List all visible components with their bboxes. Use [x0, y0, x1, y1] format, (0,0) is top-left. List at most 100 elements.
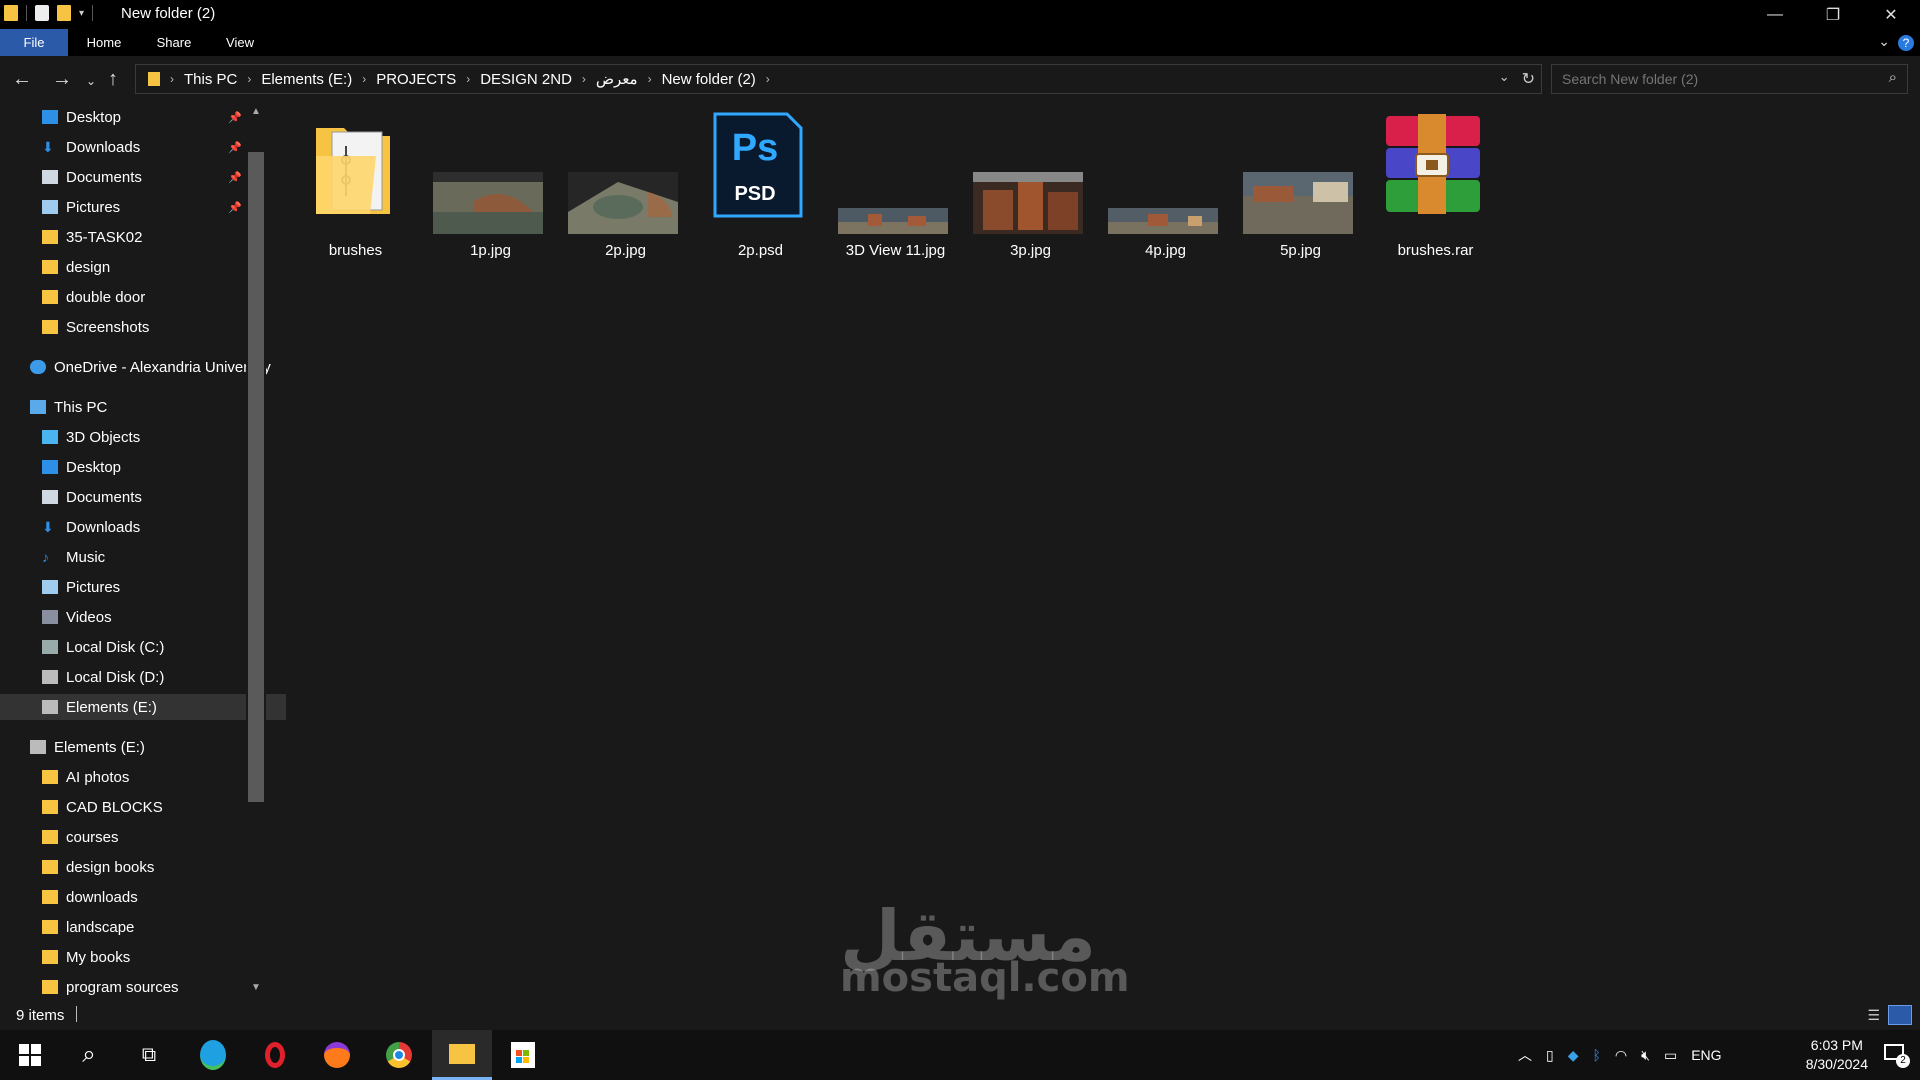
bluetooth-icon[interactable]: ᛒ [1593, 1047, 1601, 1063]
sidebar-item-local-disk-c[interactable]: Local Disk (C:) [0, 634, 286, 660]
firefox-icon[interactable] [322, 1040, 352, 1070]
customize-toolbar-icon[interactable]: ▾ [79, 8, 84, 19]
sidebar-item-cad-blocks[interactable]: CAD BLOCKS [0, 794, 286, 820]
scroll-up-icon[interactable]: ▲ [251, 106, 261, 117]
search-box[interactable]: ⌕ [1551, 64, 1908, 94]
wifi-icon[interactable]: ◠ [1615, 1047, 1627, 1064]
address-dropdown-icon[interactable]: ⌄ [1499, 69, 1510, 89]
sidebar-item-videos[interactable]: Videos [0, 604, 286, 630]
watermark: mostaql.com [840, 955, 1130, 1001]
volume-muted-icon[interactable]: 🔇︎ [1641, 1047, 1650, 1064]
sidebar-item-double-door[interactable]: double door [0, 284, 286, 310]
file-item-1p-jpg[interactable]: 1p.jpg [423, 110, 558, 260]
crumb-current-folder[interactable]: New folder (2) [662, 71, 756, 88]
large-icons-view-icon[interactable] [1888, 1005, 1912, 1025]
sidebar-item-local-disk-d[interactable]: Local Disk (D:) [0, 664, 286, 690]
sidebar-item-program-sources[interactable]: program sources [0, 974, 286, 1000]
tab-home[interactable]: Home [74, 29, 134, 56]
file-item-brushes-rar[interactable]: brushes.rar [1368, 110, 1503, 260]
sidebar-item-design-books[interactable]: design books [0, 854, 286, 880]
documents-icon [42, 170, 58, 184]
details-view-icon[interactable]: ☰ [1867, 1007, 1880, 1024]
download-arrow-icon: ⬇ [42, 139, 54, 155]
expand-ribbon-icon[interactable]: ⌄ [1878, 33, 1890, 50]
new-folder-icon[interactable] [57, 5, 71, 21]
task-view-icon[interactable]: ⧉ [134, 1040, 164, 1070]
sidebar-item-screenshots[interactable]: Screenshots [0, 314, 286, 340]
sidebar-item-3d-objects[interactable]: 3D Objects [0, 424, 286, 450]
sidebar-item-documents[interactable]: Documents 📌 [0, 164, 286, 190]
edge-icon[interactable] [198, 1040, 228, 1070]
back-icon[interactable]: ← [12, 68, 32, 91]
scroll-down-icon[interactable]: ▼ [251, 982, 261, 993]
sidebar-item-music[interactable]: ♪ Music [0, 544, 286, 570]
documents-icon [42, 490, 58, 504]
photoshop-file-icon: Ps PSD [713, 112, 803, 218]
clock-date: 8/30/2024 [1805, 1056, 1868, 1072]
search-icon[interactable]: ⌕ [1889, 69, 1897, 86]
scrollbar-thumb[interactable] [248, 152, 264, 802]
language-indicator[interactable]: ENG [1691, 1047, 1721, 1063]
file-name: 2p.psd [737, 242, 784, 259]
refresh-icon[interactable]: ↻ [1522, 69, 1535, 89]
close-button[interactable]: ✕ [1862, 0, 1920, 29]
file-item-4p-jpg[interactable]: 4p.jpg [1098, 110, 1233, 260]
minimize-button[interactable]: — [1746, 0, 1804, 29]
chevron-right-icon: › [581, 72, 586, 86]
sidebar-item-elements-e[interactable]: Elements (E:) [0, 694, 286, 720]
crumb-this-pc[interactable]: This PC [184, 71, 237, 88]
file-item-3d-view-11-jpg[interactable]: 3D View 11.jpg [828, 110, 963, 260]
action-center-icon[interactable]: 2 [1884, 1042, 1910, 1068]
sidebar-item-35-task02[interactable]: 35-TASK02 [0, 224, 286, 250]
tab-file[interactable]: File [0, 29, 68, 56]
microsoft-store-icon[interactable] [508, 1040, 538, 1070]
network-share-icon[interactable]: ◆ [1568, 1047, 1579, 1064]
crumb-design-2nd[interactable]: DESIGN 2ND [480, 71, 572, 88]
address-bar[interactable]: › This PC › Elements (E:) › PROJECTS › D… [135, 64, 1542, 94]
forward-icon[interactable]: → [52, 68, 72, 91]
sidebar-item-my-books[interactable]: My books [0, 944, 286, 970]
sidebar-item-courses[interactable]: courses [0, 824, 286, 850]
pin-icon: 📌 [228, 201, 242, 214]
sidebar-item-this-pc[interactable]: This PC [0, 394, 274, 420]
file-item-3p-jpg[interactable]: 3p.jpg [963, 110, 1098, 260]
crumb-arabic-folder[interactable]: معرض [596, 70, 638, 88]
battery-icon[interactable]: ▭ [1664, 1047, 1677, 1064]
up-icon[interactable]: ↑ [108, 68, 118, 91]
show-hidden-icons-icon[interactable]: ︿ [1518, 1045, 1532, 1065]
file-item-brushes[interactable]: brushes [288, 110, 423, 260]
search-input[interactable] [1560, 70, 1864, 88]
properties-icon[interactable] [35, 5, 49, 21]
windows-start-icon[interactable] [15, 1040, 45, 1070]
help-icon[interactable]: ? [1898, 35, 1914, 51]
sidebar-item-drive-root[interactable]: Elements (E:) [0, 734, 274, 760]
tab-share[interactable]: Share [144, 29, 204, 56]
search-icon[interactable]: ⌕ [74, 1040, 104, 1070]
sidebar-item-landscape[interactable]: landscape [0, 914, 286, 940]
sidebar-item-onedrive[interactable]: OneDrive - Alexandria University [0, 354, 274, 380]
tab-view[interactable]: View [210, 29, 270, 56]
usb-device-icon[interactable]: ▯ [1546, 1047, 1554, 1064]
chrome-icon[interactable] [384, 1040, 414, 1070]
crumb-elements[interactable]: Elements (E:) [261, 71, 352, 88]
sidebar-item-ai-photos[interactable]: AI photos [0, 764, 286, 790]
sidebar-scrollbar[interactable]: ▲ ▼ [246, 100, 266, 1000]
file-item-5p-jpg[interactable]: 5p.jpg [1233, 110, 1368, 260]
sidebar-item-downloads-folder[interactable]: downloads [0, 884, 286, 910]
clock[interactable]: 6:03 PM 8/30/2024 [1806, 1036, 1868, 1074]
restore-button[interactable]: ❐ [1804, 0, 1862, 29]
sidebar-item-design[interactable]: design [0, 254, 286, 280]
sidebar-item-pc-downloads[interactable]: ⬇ Downloads [0, 514, 286, 540]
opera-icon[interactable] [260, 1040, 290, 1070]
sidebar-item-desktop[interactable]: Desktop 📌 [0, 104, 286, 130]
sidebar-item-pictures[interactable]: Pictures 📌 [0, 194, 286, 220]
file-item-2p-jpg[interactable]: 2p.jpg [558, 110, 693, 260]
crumb-projects[interactable]: PROJECTS [376, 71, 456, 88]
sidebar-item-pc-desktop[interactable]: Desktop [0, 454, 286, 480]
sidebar-item-pc-documents[interactable]: Documents [0, 484, 286, 510]
file-explorer-taskbar-button[interactable] [432, 1030, 492, 1080]
sidebar-item-downloads[interactable]: ⬇ Downloads 📌 [0, 134, 286, 160]
sidebar-item-pc-pictures[interactable]: Pictures [0, 574, 286, 600]
recent-locations-icon[interactable]: ⌄ [86, 74, 96, 88]
file-item-2p-psd[interactable]: Ps PSD 2p.psd [693, 110, 828, 260]
